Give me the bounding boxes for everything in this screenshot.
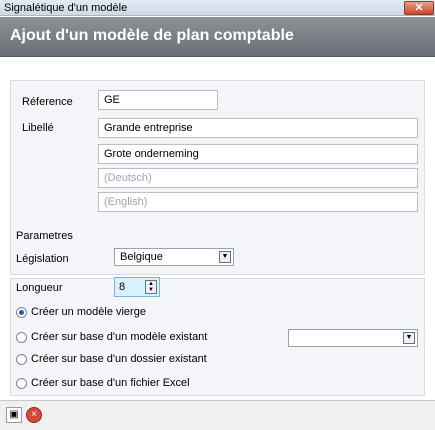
window-title: Signalétique d'un modèle: [4, 2, 128, 14]
title-bar: Signalétique d'un modèle ✕: [0, 0, 435, 16]
radio-icon: [16, 353, 27, 365]
radio-checked-icon: [16, 306, 27, 318]
option-label: Créer sur base d'un modèle existant: [31, 331, 208, 343]
libelle-label: Libellé: [22, 122, 54, 134]
option-existing-model[interactable]: Créer sur base d'un modèle existant: [16, 331, 207, 343]
close-button[interactable]: ✕: [404, 1, 434, 15]
dialog-title: Ajout d'un modèle de plan comptable: [10, 27, 294, 44]
libelle-de-input[interactable]: (Deutsch): [98, 168, 418, 188]
legislation-value: Belgique: [120, 251, 163, 263]
option-blank-model[interactable]: Créer un modèle vierge: [16, 306, 146, 318]
cancel-icon: ×: [31, 409, 37, 420]
option-label: Créer sur base d'un fichier Excel: [31, 377, 190, 389]
libelle-fr-input[interactable]: Grande entreprise: [98, 118, 418, 138]
option-label: Créer sur base d'un dossier existant: [31, 353, 207, 365]
chevron-down-icon[interactable]: ▼: [219, 251, 231, 263]
longueur-label: Longueur: [16, 282, 63, 294]
existing-model-select[interactable]: ▼: [288, 329, 418, 347]
option-existing-folder[interactable]: Créer sur base d'un dossier existant: [16, 353, 207, 365]
cancel-button[interactable]: ×: [26, 407, 42, 423]
parametres-heading: Parametres: [16, 230, 73, 242]
save-icon: ▣: [9, 409, 19, 420]
close-icon: ✕: [414, 2, 424, 14]
reference-input[interactable]: GE: [98, 90, 218, 110]
radio-icon: [16, 377, 27, 389]
dialog-header: Ajout d'un modèle de plan comptable: [0, 17, 435, 57]
reference-label: Réference: [22, 96, 73, 108]
legislation-label: Législation: [16, 253, 69, 265]
libelle-nl-input[interactable]: Grote onderneming: [98, 144, 418, 164]
option-label: Créer un modèle vierge: [31, 306, 146, 318]
form-content: Réference GE Libellé Grande entreprise G…: [0, 58, 435, 400]
bottom-toolbar: ▣ ×: [0, 400, 435, 430]
spinner-icon[interactable]: ▲ ▼: [145, 280, 157, 294]
legislation-select[interactable]: Belgique ▼: [114, 248, 234, 266]
option-excel-file[interactable]: Créer sur base d'un fichier Excel: [16, 377, 190, 389]
chevron-down-icon[interactable]: ▼: [403, 332, 415, 344]
longueur-stepper[interactable]: 8 ▲ ▼: [114, 277, 160, 297]
longueur-value: 8: [119, 281, 126, 293]
save-button[interactable]: ▣: [6, 407, 22, 423]
libelle-en-input[interactable]: (English): [98, 192, 418, 212]
radio-icon: [16, 331, 27, 343]
